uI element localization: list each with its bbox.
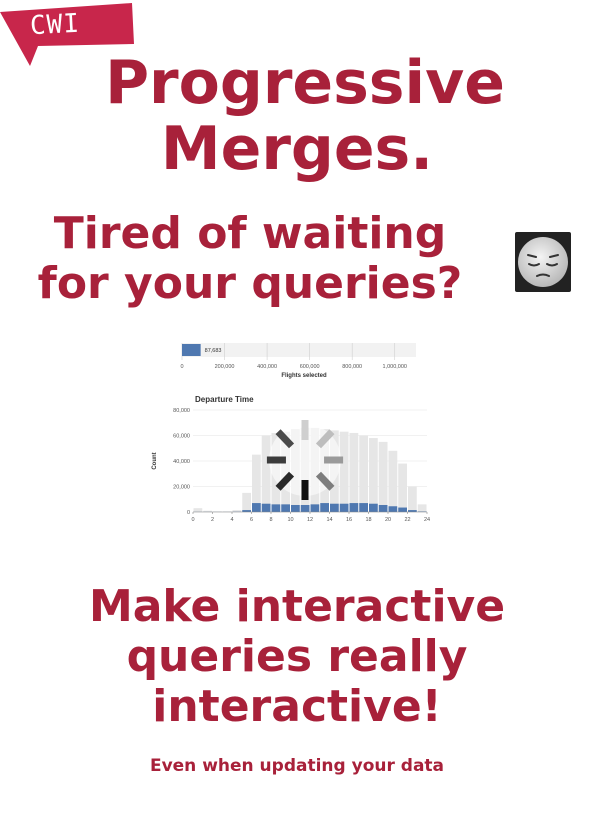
total-bar xyxy=(339,431,349,512)
flights-selected-value: 87,683 xyxy=(205,348,222,354)
x-tick-label: 0 xyxy=(191,517,194,523)
selected-bar xyxy=(349,503,359,512)
selected-bar xyxy=(398,507,407,512)
total-bar xyxy=(349,432,359,512)
chart-svg: 0 200,000 400,000 600,000 800,000 1,000,000 87… xyxy=(152,343,430,523)
page-title: Progressive Merges. xyxy=(0,50,594,182)
selected-bar xyxy=(300,504,310,512)
total-bar xyxy=(242,492,251,512)
question-line-1: Tired of waiting xyxy=(53,208,447,259)
y-tick-label: 60,000 xyxy=(173,434,190,440)
top-tick-label: 0 xyxy=(180,364,183,370)
flights-selected-chart: 0 200,000 400,000 600,000 800,000 1,000,000 87… xyxy=(180,343,416,379)
selected-bar xyxy=(330,503,339,512)
total-bar xyxy=(193,508,203,512)
logo-text: CWI xyxy=(29,8,81,42)
selected-bar xyxy=(281,504,290,512)
total-bar xyxy=(408,486,417,512)
tagline-line-3: interactive! xyxy=(152,681,442,732)
subtitle: Even when updating your data xyxy=(149,756,445,776)
total-bar xyxy=(417,504,427,512)
total-bar xyxy=(398,463,407,512)
tagline-line-2: queries really xyxy=(126,631,468,682)
y-tick-label: 0 xyxy=(187,510,190,516)
y-tick-label: 20,000 xyxy=(173,485,190,491)
x-tick-label: 8 xyxy=(269,517,272,523)
question-heading: Tired of waiting for your queries? xyxy=(0,209,500,309)
top-chart-title: Flights selected xyxy=(281,373,327,379)
tagline: Make interactive queries really interact… xyxy=(0,582,594,732)
top-tick-label: 200,000 xyxy=(215,364,235,370)
top-tick-label: 800,000 xyxy=(342,364,362,370)
total-bar xyxy=(261,435,271,512)
main-chart-title: Departure Time xyxy=(195,395,254,404)
total-bar xyxy=(369,438,378,512)
y-axis-label: Count xyxy=(152,452,158,469)
title-line-2: Merges. xyxy=(160,114,434,184)
title-line-1: Progressive xyxy=(105,48,505,118)
selected-bar xyxy=(261,503,271,512)
top-tick-label: 600,000 xyxy=(300,364,320,370)
tagline-line-1: Make interactive xyxy=(88,581,506,632)
x-tick-label: 2 xyxy=(211,517,214,523)
total-bar xyxy=(388,450,398,512)
top-tick-label: 1,000,000 xyxy=(382,364,406,370)
selected-bar xyxy=(291,504,300,512)
x-tick-label: 20 xyxy=(385,517,391,523)
y-tick-label: 40,000 xyxy=(173,459,190,465)
x-tick-label: 12 xyxy=(307,517,313,523)
selected-bar xyxy=(252,503,261,512)
top-tick-label: 400,000 xyxy=(257,364,277,370)
selected-bar xyxy=(320,503,329,512)
question-line-2: for your queries? xyxy=(37,258,463,309)
total-bar xyxy=(378,441,388,512)
selected-bar xyxy=(271,504,281,512)
x-tick-label: 4 xyxy=(230,517,233,523)
x-tick-label: 10 xyxy=(287,517,293,523)
pensive-face-icon xyxy=(515,232,571,292)
x-tick-label: 6 xyxy=(250,517,253,523)
y-tick-label: 80,000 xyxy=(173,408,190,414)
x-tick-label: 22 xyxy=(404,517,410,523)
x-tick-label: 14 xyxy=(326,517,332,523)
selected-bar xyxy=(378,504,388,512)
x-tick-label: 18 xyxy=(365,517,371,523)
selected-bar xyxy=(369,503,378,512)
loading-spinner-icon xyxy=(266,420,344,500)
selected-bar xyxy=(339,503,349,512)
selected-bar xyxy=(359,503,368,512)
x-tick-label: 16 xyxy=(346,517,352,523)
total-bar xyxy=(359,435,368,512)
flights-selected-bar xyxy=(182,344,201,356)
selected-bar xyxy=(388,506,398,512)
chart-figure: 0 200,000 400,000 600,000 800,000 1,000,000 87… xyxy=(150,335,440,545)
x-tick-label: 24 xyxy=(424,517,430,523)
selected-bar xyxy=(310,504,320,512)
